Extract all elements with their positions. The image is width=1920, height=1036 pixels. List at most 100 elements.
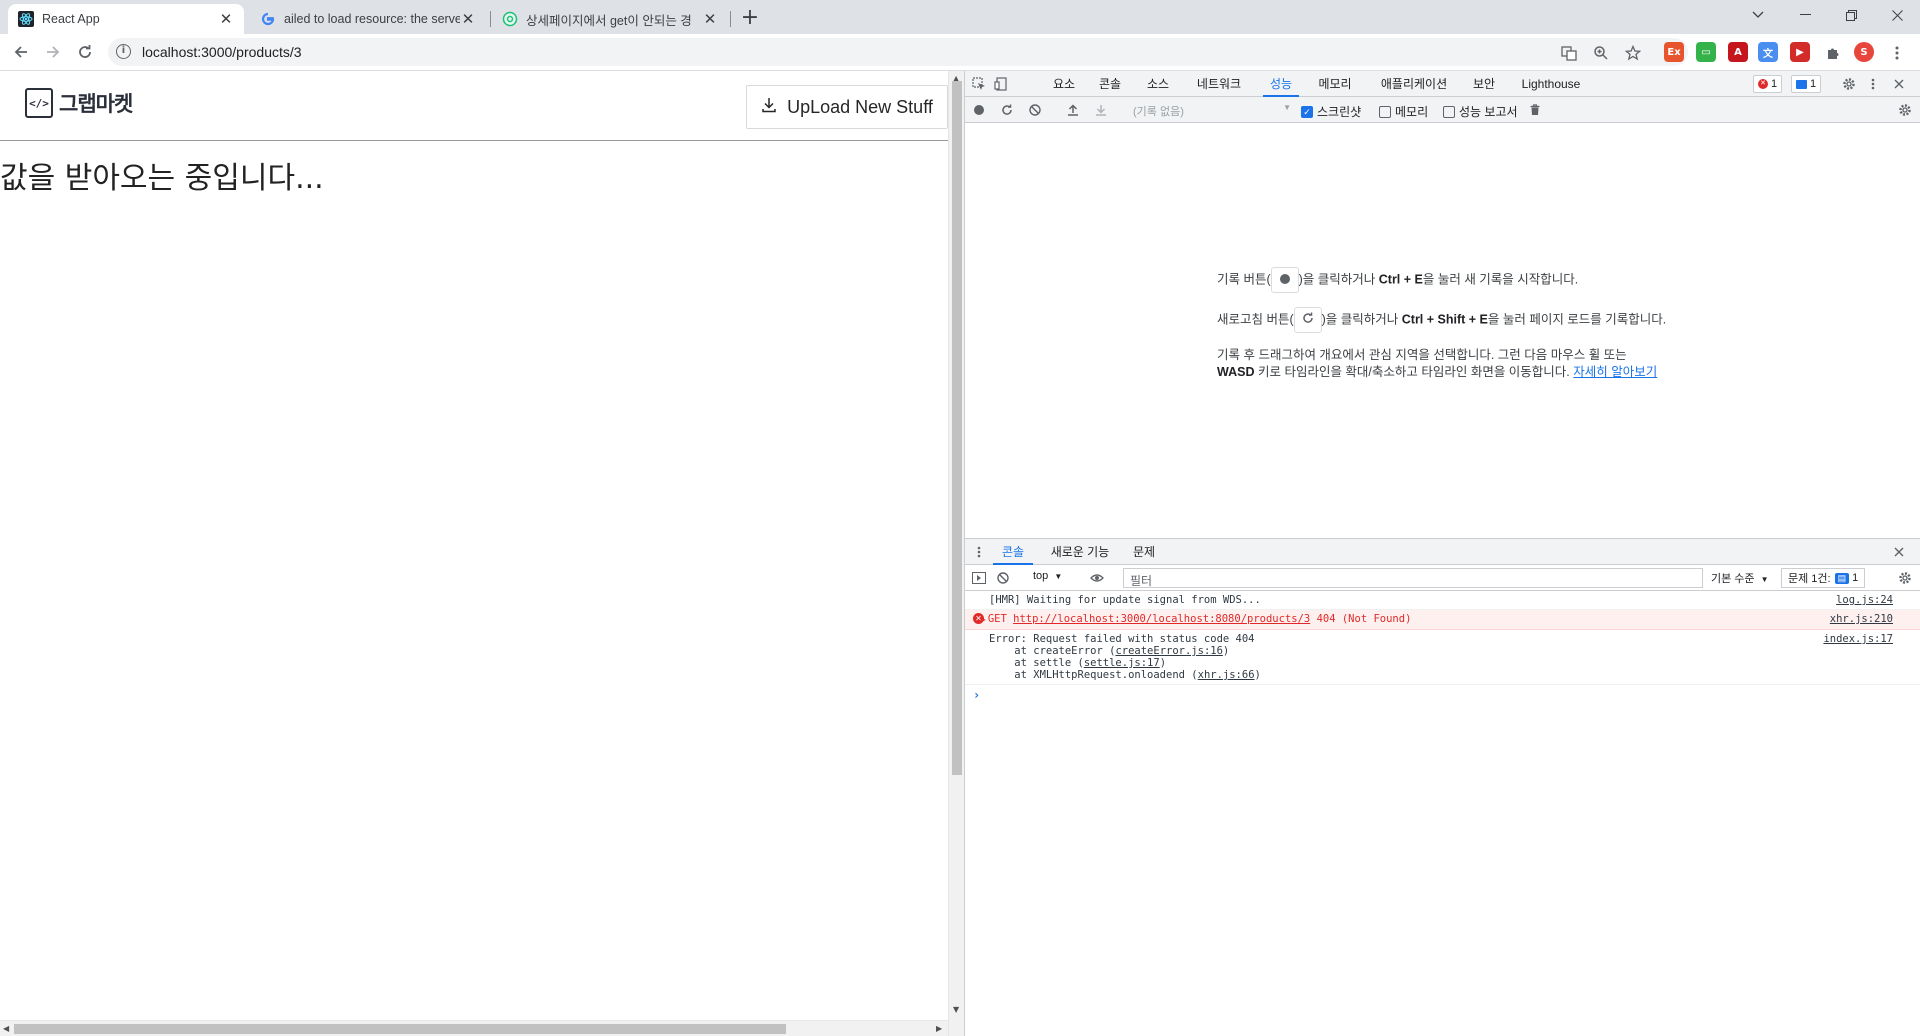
source-link[interactable]: index.js:17 <box>1823 633 1893 645</box>
clear-icon[interactable] <box>1027 102 1043 118</box>
extensions-puzzle-icon[interactable] <box>1824 44 1842 62</box>
devtools-tab-sources[interactable]: 소스 <box>1141 71 1175 97</box>
stack-file-link[interactable]: settle.js:17 <box>1084 657 1160 669</box>
show-sidebar-icon[interactable] <box>971 570 987 586</box>
error-count-badge[interactable]: ✕ 1 <box>1753 75 1783 93</box>
restore-window-icon[interactable] <box>1828 0 1874 30</box>
devtools-tab-elements[interactable]: 요소 <box>1047 71 1081 97</box>
devtools-tab-performance[interactable]: 성능 <box>1263 71 1299 97</box>
devtools-tab-application[interactable]: 애플리케이션 <box>1371 71 1457 97</box>
web-vitals-checkbox[interactable]: 성능 보고서 <box>1443 103 1518 120</box>
stack-file-link[interactable]: createError.js:16 <box>1115 645 1222 657</box>
tab-title: ailed to load resource: the serve <box>284 12 460 26</box>
browser-tab-google[interactable]: ailed to load resource: the serve ✕ <box>250 4 486 34</box>
console-toolbar: top ▼ 필터 기본 수준 ▼ 문제 1건: ▤ 1 <box>965 565 1920 591</box>
live-expression-eye-icon[interactable] <box>1089 570 1105 586</box>
page-horizontal-scrollbar[interactable]: ◀ ▶ <box>0 1020 948 1036</box>
close-tab-icon[interactable]: ✕ <box>702 10 718 28</box>
pdf-extension-icon[interactable]: A <box>1728 42 1748 62</box>
stack-text: at settle ( <box>989 657 1084 669</box>
code-logo-icon: </> <box>25 88 53 118</box>
log-levels-dropdown[interactable]: 기본 수준 ▼ <box>1711 570 1769 586</box>
devtools-tab-network[interactable]: 네트워크 <box>1189 71 1249 97</box>
extension-icon-orange[interactable]: Ex <box>1664 42 1684 62</box>
browser-tab-react-app[interactable]: React App ✕ <box>8 4 244 34</box>
translate-icon[interactable] <box>1560 44 1578 62</box>
capture-settings-gear-icon[interactable] <box>1897 102 1913 118</box>
settings-gear-icon[interactable] <box>1841 76 1857 92</box>
site-logo[interactable]: </> 그랩마켓 <box>25 88 133 118</box>
upload-profile-icon[interactable] <box>1065 102 1081 118</box>
record-icon[interactable] <box>971 102 987 118</box>
reload-button-sample[interactable] <box>1293 307 1322 333</box>
scroll-left-arrow-icon[interactable]: ◀ <box>3 1024 9 1033</box>
learn-more-link[interactable]: 자세히 알아보기 <box>1573 365 1657 379</box>
message-count-badge[interactable]: 1 <box>1791 75 1822 93</box>
devtools-tab-console[interactable]: 콘솔 <box>1093 71 1127 97</box>
console-prompt[interactable]: › <box>965 685 1920 705</box>
request-url-link[interactable]: http://localhost:3000/localhost:8080/pro… <box>1013 613 1310 625</box>
devtools-menu-icon[interactable] <box>1865 76 1881 92</box>
recording-select[interactable]: (기록 없음) ▼ <box>1129 100 1295 120</box>
clear-console-icon[interactable] <box>995 570 1011 586</box>
extension-icon-red[interactable]: ▶ <box>1790 42 1810 62</box>
minimize-window-icon[interactable] <box>1782 0 1828 30</box>
extension-icon-green[interactable]: ▭ <box>1696 42 1716 62</box>
close-window-icon[interactable] <box>1874 0 1920 30</box>
source-link[interactable]: log.js:24 <box>1836 594 1893 606</box>
devtools-tab-security[interactable]: 보안 <box>1467 71 1501 97</box>
site-info-icon[interactable]: i <box>116 44 131 59</box>
screenshots-checkbox[interactable]: ✓ 스크린샷 <box>1301 103 1361 120</box>
reload-record-icon[interactable] <box>999 102 1015 118</box>
scrollbar-thumb[interactable] <box>952 81 962 775</box>
translate-extension-icon[interactable]: 文 <box>1758 42 1778 62</box>
devtools-tab-memory[interactable]: 메모리 <box>1311 71 1359 97</box>
close-tab-icon[interactable]: ✕ <box>460 10 476 28</box>
console-settings-gear-icon[interactable] <box>1897 570 1913 586</box>
context-select[interactable]: top ▼ <box>1033 570 1062 582</box>
scroll-down-arrow-icon[interactable]: ▼ <box>953 1005 959 1014</box>
download-profile-icon[interactable] <box>1093 102 1109 118</box>
reload-instruction: 새로고침 버튼()을 클릭하거나 Ctrl + Shift + E을 눌러 페이… <box>1217 307 1667 333</box>
drawer-tab-whats-new[interactable]: 새로운 기능 <box>1045 539 1115 565</box>
back-arrow-icon[interactable] <box>8 39 34 65</box>
tab-search-chevron-icon[interactable] <box>1735 0 1781 30</box>
device-toolbar-icon[interactable] <box>993 76 1009 92</box>
issues-counter-button[interactable]: 문제 1건: ▤ 1 <box>1781 568 1866 588</box>
bookmark-star-icon[interactable] <box>1624 44 1642 62</box>
record-button-sample[interactable] <box>1270 267 1299 293</box>
memory-checkbox[interactable]: 메모리 <box>1379 103 1428 120</box>
drawer-tab-issues[interactable]: 문제 <box>1129 539 1159 565</box>
tab-separator <box>730 11 731 27</box>
address-bar[interactable]: i localhost:3000/products/3 <box>108 38 1688 66</box>
drawer-menu-icon[interactable] <box>971 544 987 560</box>
profile-avatar[interactable]: S <box>1854 42 1874 62</box>
url-text[interactable]: localhost:3000/products/3 <box>142 44 302 60</box>
scroll-right-arrow-icon[interactable]: ▶ <box>936 1024 942 1033</box>
close-devtools-icon[interactable] <box>1891 76 1907 92</box>
drawer-tab-console[interactable]: 콘솔 <box>993 539 1033 565</box>
trash-icon[interactable] <box>1527 102 1543 118</box>
browser-tab-inflearn[interactable]: 상세페이지에서 get이 안되는 경 ✕ <box>492 4 728 34</box>
checkmark-icon: ✓ <box>1301 105 1313 118</box>
console-filter-input[interactable]: 필터 <box>1123 568 1703 588</box>
source-link[interactable]: xhr.js:210 <box>1830 613 1893 625</box>
stack-frame: at createError (createError.js:16) <box>989 645 1920 657</box>
more-menu-icon[interactable] <box>1888 44 1906 62</box>
stack-file-link[interactable]: xhr.js:66 <box>1198 669 1255 681</box>
upload-new-stuff-button[interactable]: UpLoad New Stuff <box>746 85 948 129</box>
page-vertical-scrollbar[interactable]: ▲ ▼ <box>948 71 964 1036</box>
scrollbar-thumb[interactable] <box>14 1024 786 1034</box>
devtools-tab-lighthouse[interactable]: Lighthouse <box>1515 71 1587 97</box>
page-viewport: </> 그랩마켓 UpLoad New Stuff 값을 받아오는 중입니다..… <box>0 71 948 1036</box>
forward-arrow-icon[interactable] <box>40 39 66 65</box>
close-tab-icon[interactable]: ✕ <box>218 10 234 28</box>
new-tab-button[interactable]: + <box>738 7 762 31</box>
inspect-element-icon[interactable] <box>971 76 987 92</box>
close-drawer-icon[interactable] <box>1891 544 1907 560</box>
message-text: [HMR] Waiting for update signal from WDS… <box>989 594 1261 606</box>
zoom-icon[interactable] <box>1592 44 1610 62</box>
issues-count: 1 <box>1852 572 1859 584</box>
reload-icon[interactable] <box>72 39 98 65</box>
log-levels-label: 기본 수준 <box>1711 573 1755 585</box>
